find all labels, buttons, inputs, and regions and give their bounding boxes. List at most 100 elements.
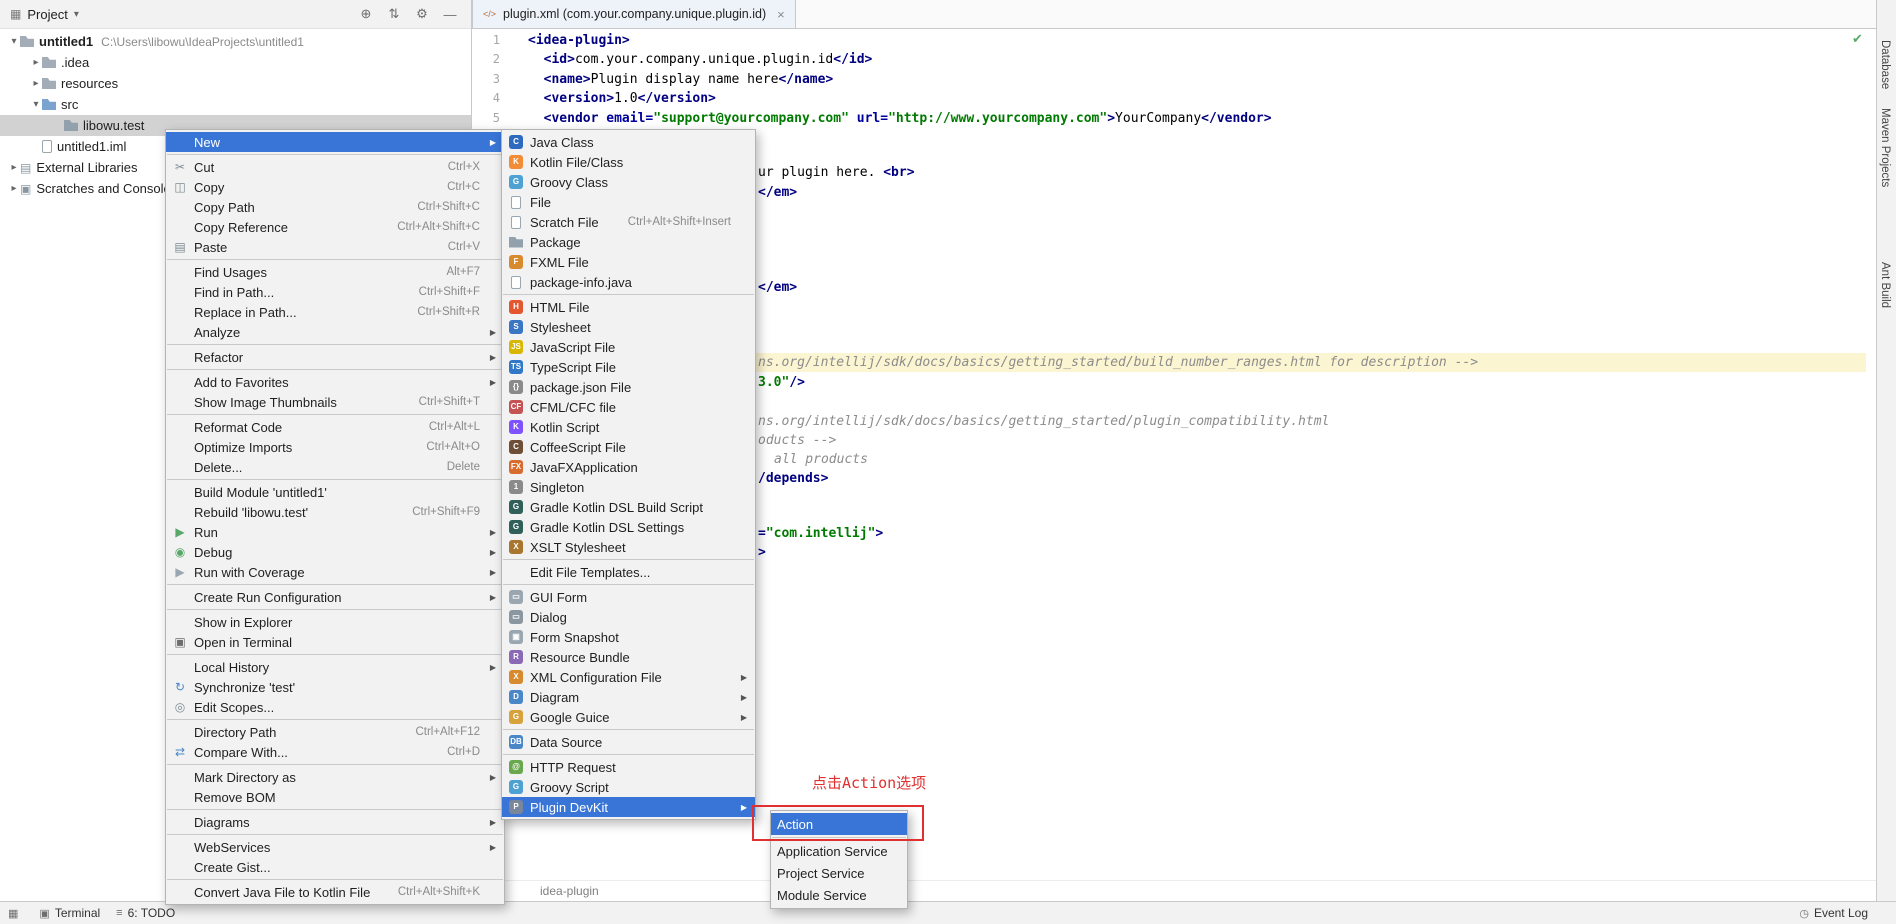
menu-item-diagrams[interactable]: Diagrams ▶: [166, 812, 504, 832]
menu-item-edit-scopes[interactable]: ◎ Edit Scopes...: [166, 697, 504, 717]
menu-item-diagram[interactable]: D Diagram ▶: [502, 687, 755, 707]
menu-item-html-file[interactable]: H HTML File: [502, 297, 755, 317]
menu-item-find-in-path[interactable]: Find in Path... Ctrl+Shift+F: [166, 282, 504, 302]
collapse-arrow-icon[interactable]: ▾: [30, 99, 42, 110]
menu-item-refactor[interactable]: Refactor ▶: [166, 347, 504, 367]
menu-item-copy-path[interactable]: Copy Path Ctrl+Shift+C: [166, 197, 504, 217]
menu-item-groovy-script[interactable]: G Groovy Script: [502, 777, 755, 797]
menu-item-javafxapplication[interactable]: FX JavaFXApplication: [502, 457, 755, 477]
menu-item-edit-file-templates[interactable]: Edit File Templates...: [502, 562, 755, 582]
breadcrumb-item[interactable]: idea-plugin: [540, 884, 599, 898]
menu-item-show-in-explorer[interactable]: Show in Explorer: [166, 612, 504, 632]
menu-item-rebuild-libowu-test[interactable]: Rebuild 'libowu.test' Ctrl+Shift+F9: [166, 502, 504, 522]
menu-item-package-info-java[interactable]: package-info.java: [502, 272, 755, 292]
menu-item-synchronize-test[interactable]: ↻ Synchronize 'test': [166, 677, 504, 697]
todo-button[interactable]: ≡ 6: TODO: [116, 906, 175, 920]
menu-item-application-service[interactable]: Application Service: [771, 840, 907, 862]
menu-item-new[interactable]: New ▶: [166, 132, 504, 152]
tree-item-untitled1[interactable]: ▾ untitled1 C:\Users\libowu\IdeaProjects\u…: [0, 31, 471, 52]
menu-item-local-history[interactable]: Local History ▶: [166, 657, 504, 677]
menu-item-webservices[interactable]: WebServices ▶: [166, 837, 504, 857]
project-header-title[interactable]: Project: [27, 7, 67, 22]
menu-item-create-gist[interactable]: Create Gist...: [166, 857, 504, 877]
menu-item-mark-directory-as[interactable]: Mark Directory as ▶: [166, 767, 504, 787]
tool-windows-switcher-icon[interactable]: ▦: [8, 907, 18, 920]
breadcrumb[interactable]: idea-plugin: [472, 880, 1876, 901]
menu-item-action[interactable]: Action: [771, 813, 907, 835]
menu-item-create-run-configuration[interactable]: Create Run Configuration ▶: [166, 587, 504, 607]
menu-item-convert-java-file-to-kotlin-file[interactable]: Convert Java File to Kotlin File Ctrl+Alt…: [166, 882, 504, 902]
menu-item-find-usages[interactable]: Find Usages Alt+F7: [166, 262, 504, 282]
menu-item-debug[interactable]: ◉ Debug ▶: [166, 542, 504, 562]
expand-arrow-icon[interactable]: ▸: [8, 183, 20, 194]
menu-item-google-guice[interactable]: G Google Guice ▶: [502, 707, 755, 727]
tool-button-maven-projects[interactable]: Maven Projects: [1879, 108, 1891, 187]
close-tab-icon[interactable]: ×: [777, 7, 785, 22]
inspections-ok-icon[interactable]: ✔: [1852, 31, 1863, 47]
tree-item-idea[interactable]: ▸ .idea: [0, 52, 471, 73]
menu-item-compare-with[interactable]: ⇄ Compare With... Ctrl+D: [166, 742, 504, 762]
terminal-button[interactable]: ▣ Terminal: [39, 906, 100, 920]
tree-item-src[interactable]: ▾ src: [0, 94, 471, 115]
menu-item-open-in-terminal[interactable]: ▣ Open in Terminal: [166, 632, 504, 652]
menu-item-singleton[interactable]: 1 Singleton: [502, 477, 755, 497]
menu-item-groovy-class[interactable]: G Groovy Class: [502, 172, 755, 192]
menu-item-reformat-code[interactable]: Reformat Code Ctrl+Alt+L: [166, 417, 504, 437]
tool-button-ant-build[interactable]: Ant Build: [1879, 262, 1891, 308]
menu-item-run-with-coverage[interactable]: ▶ Run with Coverage ▶: [166, 562, 504, 582]
menu-item-stylesheet[interactable]: S Stylesheet: [502, 317, 755, 337]
menu-item-optimize-imports[interactable]: Optimize Imports Ctrl+Alt+O: [166, 437, 504, 457]
menu-item-project-service[interactable]: Project Service: [771, 862, 907, 884]
expand-arrow-icon[interactable]: ▸: [8, 162, 20, 173]
editor-tab-plugin-xml[interactable]: </> plugin.xml (com.your.company.unique.…: [472, 0, 796, 28]
menu-item-directory-path[interactable]: Directory Path Ctrl+Alt+F12: [166, 722, 504, 742]
menu-item-copy-reference[interactable]: Copy Reference Ctrl+Alt+Shift+C: [166, 217, 504, 237]
collapse-arrow-icon[interactable]: ▾: [8, 36, 20, 47]
expand-arrow-icon[interactable]: ▸: [30, 78, 42, 89]
menu-item-gradle-kotlin-dsl-settings[interactable]: G Gradle Kotlin DSL Settings: [502, 517, 755, 537]
menu-item-module-service[interactable]: Module Service: [771, 884, 907, 906]
menu-item-scratch-file[interactable]: Scratch File Ctrl+Alt+Shift+Insert: [502, 212, 755, 232]
menu-item-add-to-favorites[interactable]: Add to Favorites ▶: [166, 372, 504, 392]
menu-item-delete[interactable]: Delete... Delete: [166, 457, 504, 477]
menu-item-coffeescript-file[interactable]: C CoffeeScript File: [502, 437, 755, 457]
menu-item-xml-configuration-file[interactable]: X XML Configuration File ▶: [502, 667, 755, 687]
collapse-expand-icon[interactable]: ⇅: [383, 6, 405, 22]
menu-item-cut[interactable]: ✂ Cut Ctrl+X: [166, 157, 504, 177]
menu-item-paste[interactable]: ▤ Paste Ctrl+V: [166, 237, 504, 257]
menu-item-typescript-file[interactable]: TS TypeScript File: [502, 357, 755, 377]
menu-item-form-snapshot[interactable]: ▣ Form Snapshot: [502, 627, 755, 647]
menu-item-gradle-kotlin-dsl-build-script[interactable]: G Gradle Kotlin DSL Build Script: [502, 497, 755, 517]
menu-item-gui-form[interactable]: ▭ GUI Form: [502, 587, 755, 607]
chevron-down-icon[interactable]: ▾: [74, 9, 79, 20]
menu-item-package[interactable]: Package: [502, 232, 755, 252]
menu-item-run[interactable]: ▶ Run ▶: [166, 522, 504, 542]
menu-item-remove-bom[interactable]: Remove BOM: [166, 787, 504, 807]
menu-item-dialog[interactable]: ▭ Dialog: [502, 607, 755, 627]
menu-item-java-class[interactable]: C Java Class: [502, 132, 755, 152]
menu-item-build-module-untitled1[interactable]: Build Module 'untitled1': [166, 482, 504, 502]
menu-item-package-json-file[interactable]: {} package.json File: [502, 377, 755, 397]
menu-item-resource-bundle[interactable]: R Resource Bundle: [502, 647, 755, 667]
menu-item-javascript-file[interactable]: JS JavaScript File: [502, 337, 755, 357]
menu-item-kotlin-file-class[interactable]: K Kotlin File/Class: [502, 152, 755, 172]
tree-item-resources[interactable]: ▸ resources: [0, 73, 471, 94]
expand-arrow-icon[interactable]: ▸: [30, 57, 42, 68]
menu-item-fxml-file[interactable]: F FXML File: [502, 252, 755, 272]
event-log-button[interactable]: ◷ Event Log: [1799, 906, 1868, 920]
hide-panel-icon[interactable]: —: [439, 7, 461, 22]
menu-item-kotlin-script[interactable]: K Kotlin Script: [502, 417, 755, 437]
menu-item-replace-in-path[interactable]: Replace in Path... Ctrl+Shift+R: [166, 302, 504, 322]
menu-item-data-source[interactable]: DB Data Source: [502, 732, 755, 752]
menu-item-http-request[interactable]: @ HTTP Request: [502, 757, 755, 777]
menu-item-plugin-devkit[interactable]: P Plugin DevKit ▶: [502, 797, 755, 817]
menu-item-xslt-stylesheet[interactable]: X XSLT Stylesheet: [502, 537, 755, 557]
tool-button-database[interactable]: Database: [1879, 40, 1891, 89]
menu-item-analyze[interactable]: Analyze ▶: [166, 322, 504, 342]
menu-item-show-image-thumbnails[interactable]: Show Image Thumbnails Ctrl+Shift+T: [166, 392, 504, 412]
menu-item-cfml-cfc-file[interactable]: CF CFML/CFC file: [502, 397, 755, 417]
menu-item-copy[interactable]: ◫ Copy Ctrl+C: [166, 177, 504, 197]
locate-file-icon[interactable]: ⊕: [355, 6, 377, 22]
gear-icon[interactable]: ⚙: [411, 6, 433, 22]
menu-item-file[interactable]: File: [502, 192, 755, 212]
